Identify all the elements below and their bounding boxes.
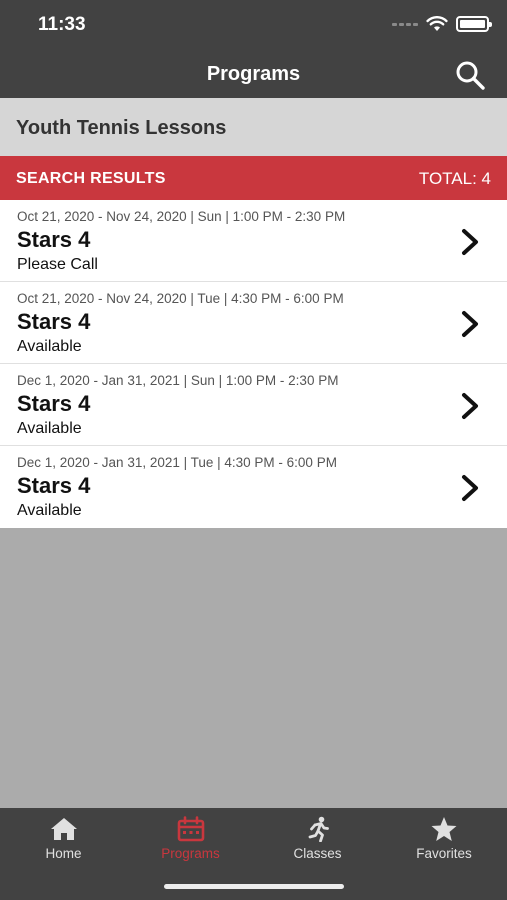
chevron-right-icon[interactable] (459, 309, 481, 339)
list-item[interactable]: Dec 1, 2020 - Jan 31, 2021 | Tue | 4:30 … (0, 446, 507, 528)
tab-programs[interactable]: Programs (127, 816, 254, 861)
page-title: Programs (206, 63, 301, 85)
list-item[interactable]: Dec 1, 2020 - Jan 31, 2021 | Sun | 1:00 … (0, 364, 507, 446)
running-person-icon (308, 816, 329, 842)
item-date: Dec 1, 2020 - Jan 31, 2021 | Tue | 4:30 … (17, 455, 337, 470)
item-name: Stars 4 (17, 227, 91, 252)
item-status: Available (17, 420, 82, 437)
item-status: Available (17, 502, 82, 519)
item-status: Please Call (17, 256, 98, 273)
calendar-icon (177, 816, 204, 842)
home-icon (50, 818, 77, 840)
search-results-label: SEARCH RESULTS (16, 170, 166, 187)
search-icon[interactable] (453, 58, 487, 92)
search-results-bar: SEARCH RESULTS TOTAL: 4 (0, 156, 507, 200)
item-date: Oct 21, 2020 - Nov 24, 2020 | Tue | 4:30… (17, 291, 344, 306)
list-item[interactable]: Oct 21, 2020 - Nov 24, 2020 | Tue | 4:30… (0, 282, 507, 364)
top-bar: 11:33 Programs (0, 0, 507, 98)
status-time: 11:33 (38, 14, 86, 35)
status-icons (392, 16, 492, 32)
tab-home[interactable]: Home (0, 816, 127, 861)
tab-home-label: Home (45, 846, 82, 861)
battery-icon (456, 16, 492, 32)
results-list: Oct 21, 2020 - Nov 24, 2020 | Sun | 1:00… (0, 200, 507, 528)
tab-classes-label: Classes (293, 846, 342, 861)
chevron-right-icon[interactable] (459, 227, 481, 257)
item-date: Dec 1, 2020 - Jan 31, 2021 | Sun | 1:00 … (17, 373, 339, 388)
tab-favorites[interactable]: Favorites (381, 816, 507, 861)
item-date: Oct 21, 2020 - Nov 24, 2020 | Sun | 1:00… (17, 209, 346, 224)
chevron-right-icon[interactable] (459, 473, 481, 503)
tab-favorites-label: Favorites (416, 846, 472, 861)
program-title: Youth Tennis Lessons (16, 117, 227, 139)
item-name: Stars 4 (17, 309, 91, 334)
cellular-signal-icon (392, 22, 418, 26)
star-icon (431, 817, 457, 841)
item-status: Available (17, 338, 82, 355)
item-name: Stars 4 (17, 391, 91, 416)
chevron-right-icon[interactable] (459, 391, 481, 421)
results-total: TOTAL: 4 (418, 169, 491, 188)
wifi-icon (426, 16, 448, 31)
tab-programs-label: Programs (161, 846, 220, 861)
list-item[interactable]: Oct 21, 2020 - Nov 24, 2020 | Sun | 1:00… (0, 200, 507, 282)
tab-classes[interactable]: Classes (254, 816, 381, 861)
program-header: Youth Tennis Lessons (0, 98, 507, 156)
home-indicator[interactable] (164, 884, 344, 889)
item-name: Stars 4 (17, 473, 91, 498)
